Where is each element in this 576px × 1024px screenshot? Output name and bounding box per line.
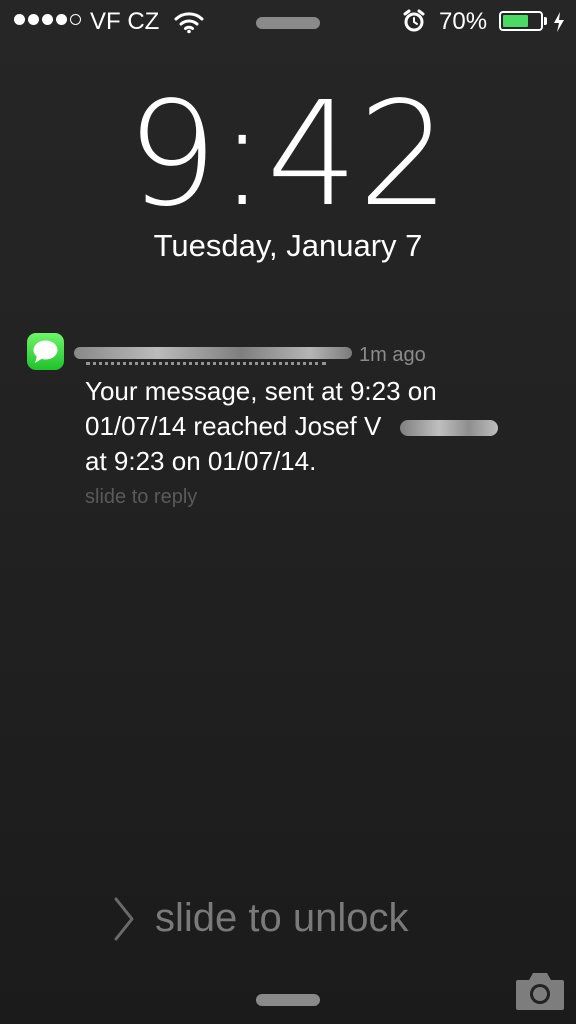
- lightning-bolt-icon: [553, 12, 565, 37]
- carrier-name: VF CZ: [90, 8, 160, 35]
- camera-icon[interactable]: [514, 970, 566, 1017]
- lock-screen-date: Tuesday, January 7: [153, 228, 423, 263]
- battery-terminal: [544, 17, 547, 25]
- notification-sender-redacted: [74, 340, 352, 366]
- slide-to-reply-hint[interactable]: slide to reply: [85, 486, 197, 509]
- alarm-clock-icon: [402, 9, 426, 38]
- battery-percentage: 70%: [439, 8, 488, 35]
- notification-time-ago: 1m ago: [359, 344, 426, 366]
- signal-dot: [14, 14, 25, 25]
- signal-dot: [28, 14, 39, 25]
- status-bar: VF CZ 70%: [0, 0, 576, 44]
- recipient-surname-redacted: [400, 420, 498, 436]
- chevron-right-icon: [113, 897, 135, 946]
- signal-dot: [42, 14, 53, 25]
- wifi-icon: [174, 10, 204, 39]
- lock-screen-time: 9:42: [126, 70, 450, 238]
- battery-level-fill: [503, 15, 528, 27]
- sender-blur-overlay: [74, 347, 352, 359]
- signal-dot-empty: [70, 14, 81, 25]
- messages-icon[interactable]: [27, 333, 64, 370]
- signal-strength-icon: [14, 14, 81, 25]
- battery-icon: [499, 11, 543, 31]
- signal-dot: [56, 14, 67, 25]
- control-center-grabber[interactable]: [256, 994, 320, 1006]
- notification-center-grabber[interactable]: [256, 17, 320, 29]
- slide-to-unlock-label[interactable]: slide to unlock: [155, 896, 408, 941]
